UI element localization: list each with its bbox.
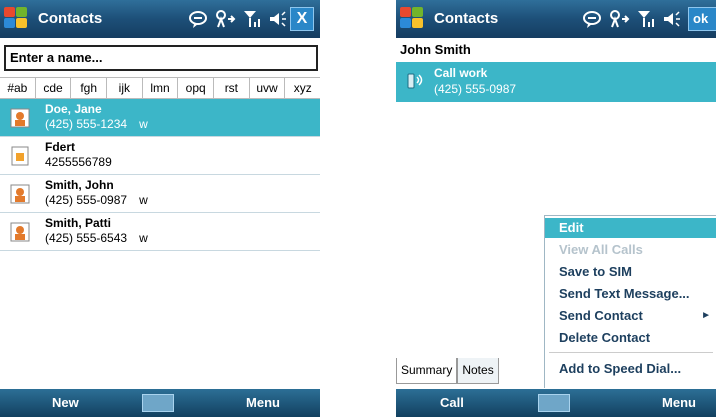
call-work-row[interactable]: Call work (425) 555-0987 [396,62,716,102]
contact-number: (425) 555-0987 [45,193,128,207]
contact-number-type: w [139,117,148,131]
status-icons [188,8,288,30]
letter-group-tab[interactable]: uvw [250,78,286,98]
letter-group-tab[interactable]: rst [214,78,250,98]
contact-name-header: John Smith [400,42,471,57]
letter-group-tab[interactable]: xyz [285,78,320,98]
volume-icon[interactable] [662,9,682,29]
contact-name: Smith, John [45,178,114,192]
call-softkey[interactable]: Call [440,395,464,410]
signal-strength-icon[interactable] [242,9,262,29]
contact-card-icon [10,184,30,204]
softkey-bar: New Menu [0,389,320,417]
softkey-bar: Call Menu [396,389,716,417]
menu-item-edit[interactable]: Edit [545,218,716,238]
close-button[interactable]: X [290,7,314,31]
tab-notes[interactable]: Notes [457,358,499,384]
context-menu: Edit View All Calls Save to SIM Send Tex… [544,215,716,388]
letter-group-tab[interactable]: #ab [0,78,36,98]
status-icons [582,8,682,30]
contact-row[interactable]: Fdert 4255556789 [0,137,320,175]
contact-number-type: w [139,231,148,245]
windows-start-icon[interactable] [4,7,30,31]
notification-icon[interactable] [188,9,208,29]
letter-group-tab[interactable]: ijk [107,78,143,98]
contact-number: (425) 555-1234 [45,117,128,131]
contact-card-icon [10,222,30,242]
notification-icon[interactable] [582,9,602,29]
windows-start-icon[interactable] [400,7,426,31]
keyboard-icon[interactable] [142,394,174,412]
contact-number: 4255556789 [45,155,112,169]
submenu-arrow-icon: ► [701,310,711,321]
app-title: Contacts [38,10,103,27]
letter-group-tab[interactable]: fgh [71,78,108,98]
contact-number-type: w [139,193,148,207]
app-title: Contacts [434,10,499,27]
menu-item-send-text-message[interactable]: Send Text Message... [545,284,716,304]
new-softkey[interactable]: New [52,395,79,410]
call-work-label: Call work [434,66,488,80]
contact-row[interactable]: Smith, John (425) 555-0987 w [0,175,320,213]
letter-group-tab[interactable]: opq [178,78,215,98]
letter-filter-bar: #ab cde fgh ijk lmn opq rst uvw xyz [0,77,320,99]
title-bar: Contacts X [0,0,320,38]
connectivity-icon[interactable] [214,9,236,29]
contact-row[interactable]: Doe, Jane (425) 555-1234 w [0,99,320,137]
title-bar: Contacts ok [396,0,716,38]
connectivity-icon[interactable] [608,9,630,29]
menu-item-save-to-sim[interactable]: Save to SIM [545,262,716,282]
sim-contact-icon [11,146,29,166]
contact-list: Doe, Jane (425) 555-1234 w Fdert 42555567… [0,99,320,251]
contact-row[interactable]: Smith, Patti (425) 555-6543 w [0,213,320,251]
contact-detail-screen: Contacts ok John Smith Call work (425) 5… [396,0,716,417]
letter-group-tab[interactable]: lmn [143,78,179,98]
tab-summary[interactable]: Summary [396,358,458,384]
contact-name: Smith, Patti [45,216,112,230]
menu-item-view-all-calls: View All Calls [559,242,643,257]
call-work-number: (425) 555-0987 [434,82,517,96]
menu-softkey[interactable]: Menu [246,395,280,410]
menu-item-send-contact[interactable]: Send Contact ► [545,306,716,326]
menu-item-label: Send Contact [559,308,643,323]
contact-number: (425) 555-6543 [45,231,128,245]
contact-card-icon [10,108,30,128]
ok-button[interactable]: ok [688,7,716,31]
menu-softkey[interactable]: Menu [662,395,696,410]
menu-separator [549,352,713,353]
phone-icon [407,73,423,89]
volume-icon[interactable] [268,9,288,29]
letter-group-tab[interactable]: cde [36,78,72,98]
contact-name: Doe, Jane [45,102,102,116]
search-input[interactable]: Enter a name... [4,45,318,71]
menu-item-delete-contact[interactable]: Delete Contact [545,328,716,348]
keyboard-icon[interactable] [538,394,570,412]
detail-tabs: Summary Notes [396,358,499,384]
menu-item-add-to-speed-dial[interactable]: Add to Speed Dial... [545,359,716,379]
contact-name: Fdert [45,140,75,154]
signal-strength-icon[interactable] [636,9,656,29]
contacts-list-screen: Contacts X Enter a name... #ab cde fgh i… [0,0,320,417]
